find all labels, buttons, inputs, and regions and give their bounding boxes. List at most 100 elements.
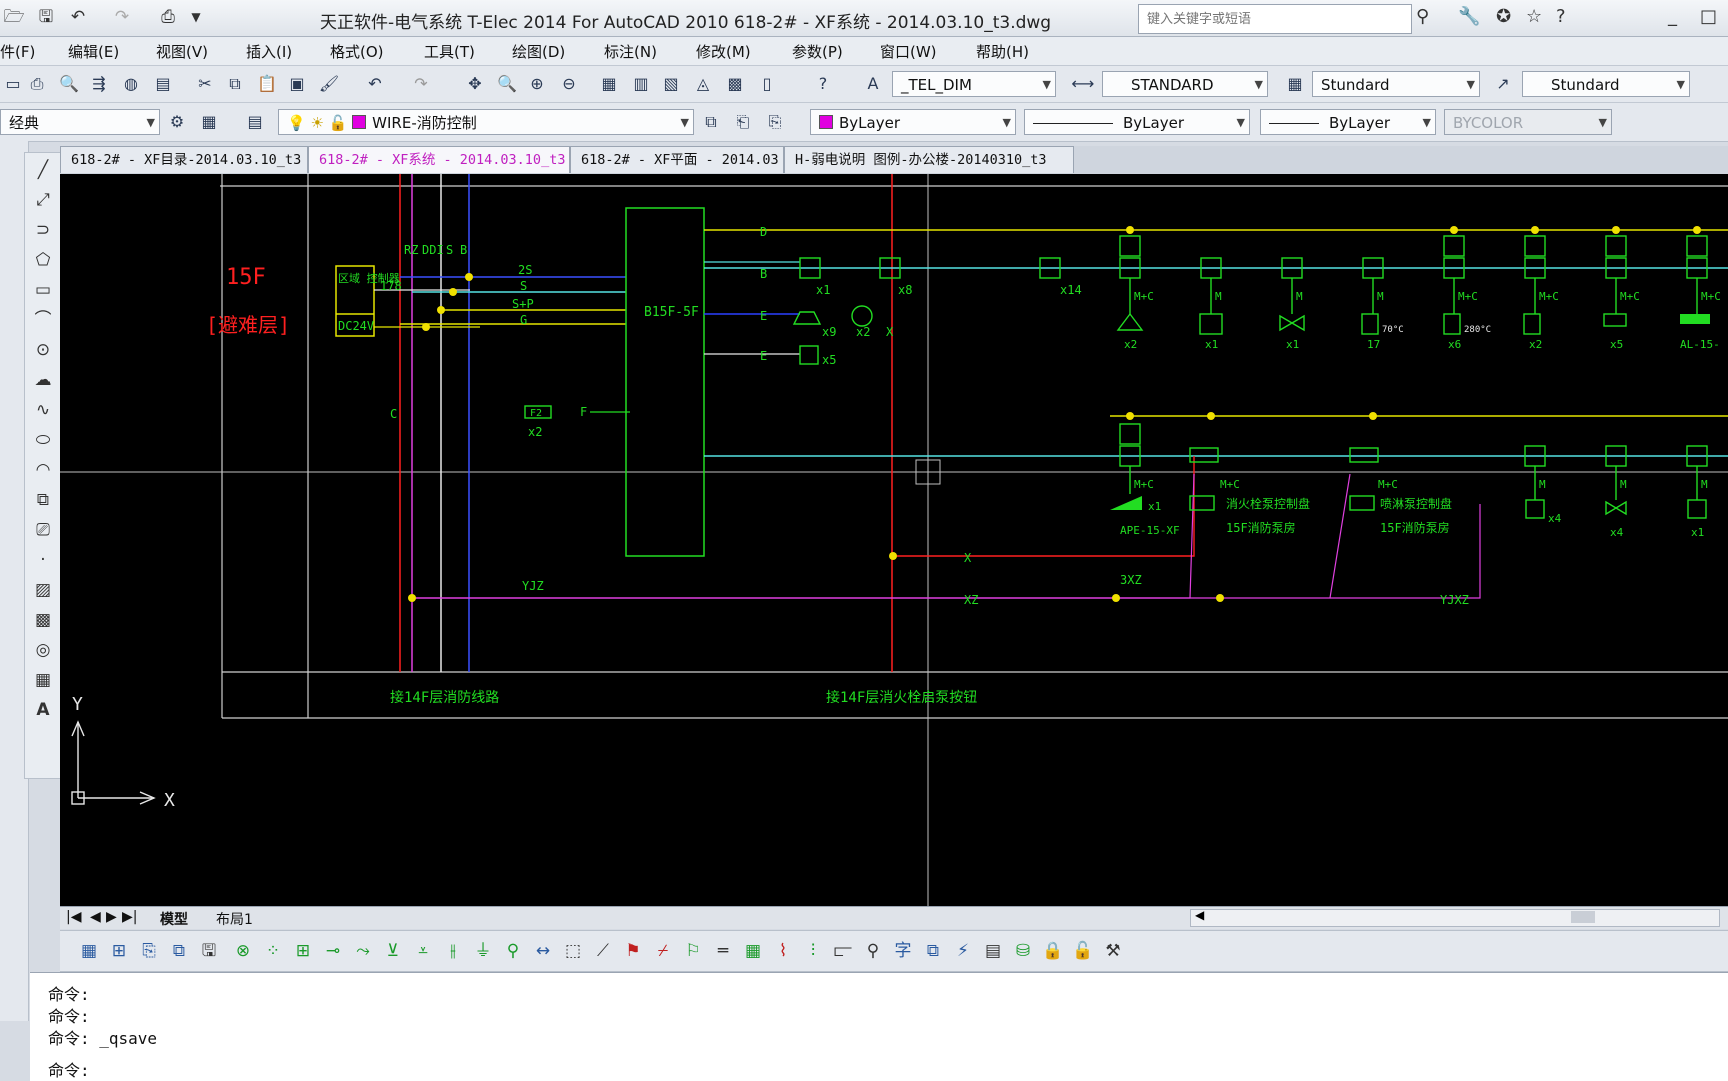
copy-icon[interactable]: ⧉ — [222, 71, 248, 97]
tarch-tool-icon[interactable]: ⬚ — [560, 938, 586, 964]
tarch-tool-icon[interactable]: ⚡ — [950, 938, 976, 964]
circle-icon[interactable]: ⊙ — [30, 337, 56, 363]
3d-dwf-icon[interactable]: ◍ — [118, 71, 144, 97]
point-icon[interactable]: · — [30, 547, 56, 573]
binoculars-icon[interactable]: ⚲ — [1416, 6, 1429, 27]
doc-tab-system[interactable]: 618-2# - XF系统 - 2014.03.10_t3 — [308, 146, 570, 173]
qat-dropdown-icon[interactable]: ▼ — [184, 5, 208, 29]
menu-window[interactable]: 窗口(W) — [880, 41, 937, 62]
line-icon[interactable]: ╱ — [30, 157, 56, 183]
tarch-tool-icon[interactable]: ⏚ — [470, 938, 496, 964]
tarch-tool-icon[interactable]: ▦ — [740, 938, 766, 964]
horizontal-scrollbar[interactable]: ◀ — [1190, 908, 1720, 927]
make-current-icon[interactable]: ⧉ — [698, 109, 724, 135]
tarch-tool-icon[interactable]: ⚲ — [500, 938, 526, 964]
help-tb-icon[interactable]: ? — [810, 71, 836, 97]
tarch-tool-icon[interactable]: ⚒ — [1100, 938, 1126, 964]
tarch-tool-icon[interactable]: ⎘ — [136, 938, 162, 964]
search-input[interactable] — [1145, 6, 1399, 32]
tarch-tool-icon[interactable]: ⊞ — [106, 938, 132, 964]
revcloud-icon[interactable]: ☁ — [30, 367, 56, 393]
publish-icon[interactable]: ⇶ — [86, 71, 112, 97]
layer-manager-icon[interactable]: ▤ — [242, 109, 268, 135]
tarch-tool-icon[interactable]: ⚲ — [860, 938, 886, 964]
tool-palettes-icon[interactable]: ▧ — [658, 71, 684, 97]
workspace-settings-icon[interactable]: ⚙ — [164, 109, 190, 135]
scroll-thumb[interactable] — [1571, 911, 1595, 923]
mleader-style-icon[interactable]: ↗ — [1490, 71, 1516, 97]
undo-icon[interactable]: ↶ — [66, 5, 90, 29]
undo-tb-icon[interactable]: ↶ — [362, 71, 388, 97]
print-icon[interactable]: ⎙ — [156, 5, 180, 29]
redo-icon[interactable]: ↷ — [110, 5, 134, 29]
table-style-combo[interactable]: Stundard ▼ — [1312, 71, 1480, 97]
zoom-realtime-icon[interactable]: 🔍 — [494, 71, 520, 97]
hatch-icon[interactable]: ▨ — [30, 577, 56, 603]
doc-tab-plan[interactable]: 618-2# - XF平面 - 2014.03 — [570, 146, 784, 173]
paste-special-icon[interactable]: ▣ — [284, 71, 310, 97]
tarch-unlock-icon[interactable]: 🔓 — [1070, 938, 1096, 964]
workspace-combo[interactable]: 经典 ▼ — [0, 109, 160, 135]
next-tab-icon[interactable]: ▶ — [106, 909, 117, 925]
command-window[interactable]: 命令: 命令: 命令: _qsave 命令: — [30, 972, 1728, 1081]
customize-icon[interactable]: ▦ — [196, 109, 222, 135]
sheetset-icon[interactable]: ▤ — [150, 71, 176, 97]
ellipse-icon[interactable]: ⬭ — [30, 427, 56, 453]
help-icon[interactable]: ? — [1556, 6, 1566, 27]
tarch-tool-icon[interactable]: ⧉ — [166, 938, 192, 964]
tarch-tool-icon[interactable]: ═ — [710, 938, 736, 964]
zoom-window-icon[interactable]: ⊕ — [524, 71, 550, 97]
scroll-left-icon[interactable]: ◀ — [1195, 908, 1204, 922]
tarch-tool-icon[interactable]: ⊻ — [380, 938, 406, 964]
plotstyle-combo[interactable]: BYCOLOR ▼ — [1444, 109, 1612, 135]
polygon-icon[interactable]: ⬠ — [30, 247, 56, 273]
redo-tb-icon[interactable]: ↷ — [408, 71, 434, 97]
cut-icon[interactable]: ✂ — [192, 71, 218, 97]
drawing-canvas[interactable]: 15F [避难层] 区域 控制器 DC24V 178 RZ DDI S B 2S… — [60, 174, 1728, 906]
prev-tab-icon[interactable]: ◀ — [90, 909, 101, 925]
sheet-icon[interactable]: ▯ — [754, 71, 780, 97]
layer-previous-icon[interactable]: ⎗ — [730, 109, 756, 135]
layer-combo[interactable]: 💡 ☀ 🔓 WIRE-消防控制 ▼ — [278, 109, 694, 135]
subscription-icon[interactable]: ✪ — [1496, 6, 1511, 27]
tab-layout1[interactable]: 布局1 — [216, 909, 253, 929]
tarch-tool-icon[interactable]: ▤ — [980, 938, 1006, 964]
menu-tools[interactable]: 工具(T) — [424, 41, 475, 62]
insert-block-icon[interactable]: ⧉ — [30, 487, 56, 513]
search-box[interactable] — [1138, 4, 1412, 34]
tarch-tool-icon[interactable]: 字 — [890, 938, 916, 964]
tarch-tool-icon[interactable]: ⫲ — [440, 938, 466, 964]
menu-draw[interactable]: 绘图(D) — [512, 41, 565, 62]
tarch-tool-icon[interactable]: ⚐ — [680, 938, 706, 964]
tarch-tool-icon[interactable]: ⁘ — [260, 938, 286, 964]
tab-model[interactable]: 模型 — [160, 909, 188, 929]
tarch-tool-icon[interactable]: ⌿ — [650, 938, 676, 964]
tarch-tool-icon[interactable]: ↔ — [530, 938, 556, 964]
menu-help[interactable]: 帮助(H) — [976, 41, 1029, 62]
spline-icon[interactable]: ∿ — [30, 397, 56, 423]
minimize-icon[interactable]: _ — [1668, 6, 1677, 27]
mleader-style-combo[interactable]: Stundard ▼ — [1522, 71, 1690, 97]
menu-view[interactable]: 视图(V) — [156, 41, 208, 62]
last-tab-icon[interactable]: ▶| — [122, 909, 137, 925]
arc-icon[interactable]: ⌒ — [30, 307, 56, 333]
polyline-icon[interactable]: ⊃ — [30, 217, 56, 243]
quickcalc-icon[interactable]: ▩ — [722, 71, 748, 97]
text-style-combo[interactable]: _TEL_DIM ▼ — [892, 71, 1056, 97]
menu-format[interactable]: 格式(O) — [330, 41, 384, 62]
wrench-icon[interactable]: 🔧 — [1458, 6, 1480, 27]
mtext-icon[interactable]: A — [30, 697, 56, 723]
rectangle-icon[interactable]: ▭ — [30, 277, 56, 303]
first-tab-icon[interactable]: |◀ — [66, 909, 81, 925]
menu-parameter[interactable]: 参数(P) — [792, 41, 843, 62]
menu-insert[interactable]: 插入(I) — [246, 41, 292, 62]
tarch-tool-icon[interactable]: ⫍ — [830, 938, 856, 964]
tarch-save-icon[interactable]: 🖫 — [196, 938, 222, 964]
linetype-combo[interactable]: ByLayer ▼ — [1024, 109, 1250, 135]
match-properties-icon[interactable]: 🖌 — [316, 71, 342, 97]
command-prompt[interactable]: 命令: — [48, 1057, 90, 1081]
tarch-tool-icon[interactable]: ⊸ — [320, 938, 346, 964]
tarch-tool-icon[interactable]: ⧉ — [920, 938, 946, 964]
markup-icon[interactable]: ◬ — [690, 71, 716, 97]
pan-icon[interactable]: ✥ — [462, 71, 488, 97]
